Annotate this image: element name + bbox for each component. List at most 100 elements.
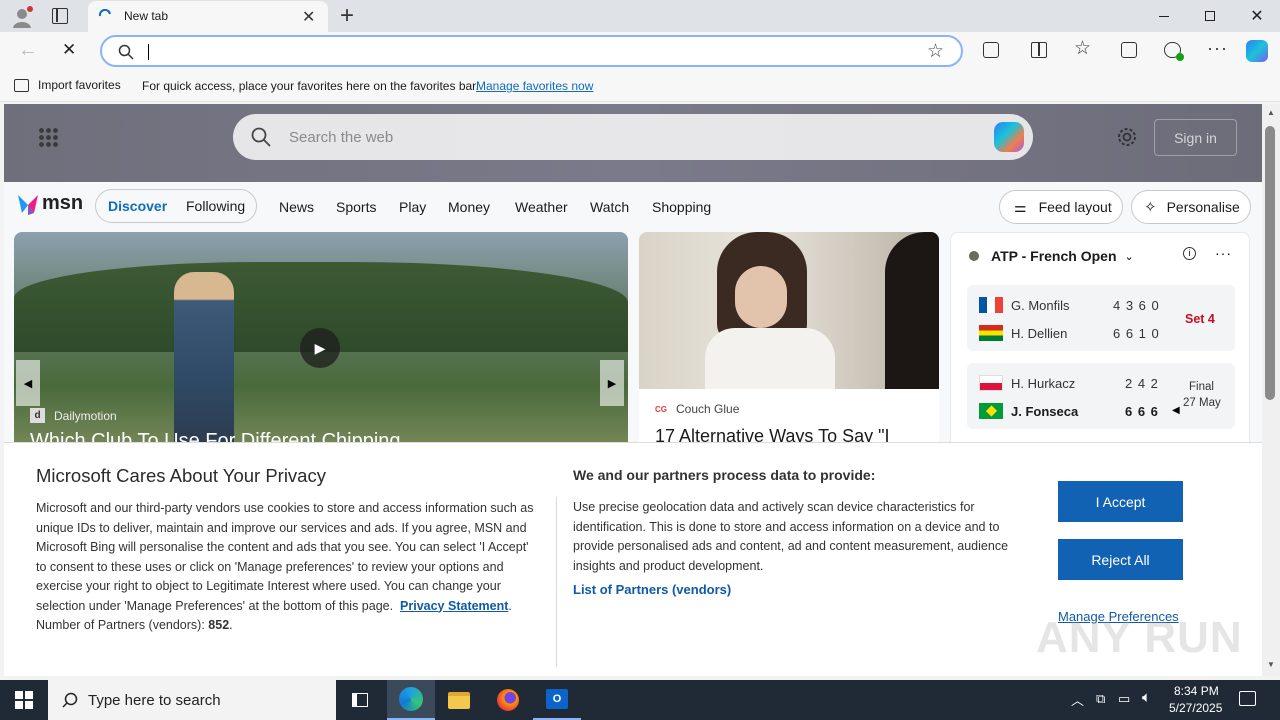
privacy-statement-link[interactable]: Privacy Statement xyxy=(400,599,508,613)
tab-discover[interactable]: Discover xyxy=(108,198,167,214)
article-card[interactable]: CG Couch Glue 17 Alternative Ways To Say… xyxy=(639,232,939,452)
sign-in-button[interactable]: Sign in xyxy=(1154,119,1237,156)
settings-gear-icon[interactable] xyxy=(1116,126,1138,148)
more-menu-icon[interactable]: ··· xyxy=(1207,38,1228,59)
accept-button[interactable]: I Accept xyxy=(1058,481,1183,522)
search-icon xyxy=(118,44,134,60)
restore-icon[interactable] xyxy=(1187,0,1233,32)
close-tab-icon[interactable]: ✕ xyxy=(302,7,315,27)
web-search-box[interactable]: Search the web xyxy=(233,114,1033,160)
copilot-icon[interactable] xyxy=(994,122,1024,152)
nav-shopping[interactable]: Shopping xyxy=(652,199,711,215)
sports-title: ATP - French Open xyxy=(991,248,1117,264)
page-scrollbar[interactable]: ▲ ▼ xyxy=(1262,104,1280,676)
windows-taskbar: Type here to search O ︿ ⧉ ▭ 🔈︎ 8:34 PM 5… xyxy=(0,680,1280,720)
personalise-button[interactable]: ✧ Personalise xyxy=(1131,190,1251,224)
file-explorer-icon[interactable] xyxy=(435,680,483,720)
play-button[interactable]: ▶ xyxy=(300,328,340,368)
outlook-icon[interactable]: O xyxy=(533,680,581,720)
match2-status-line2: 27 May xyxy=(1183,397,1221,409)
banner-divider xyxy=(556,497,557,667)
import-icon xyxy=(14,78,29,92)
clock-date[interactable]: 5/27/2025 xyxy=(1169,701,1222,715)
import-favorites-button[interactable]: Import favorites xyxy=(14,78,121,92)
personalise-label: Personalise xyxy=(1166,199,1240,215)
manage-favorites-link[interactable]: Manage favorites now xyxy=(476,79,593,93)
msn-logo-text: msn xyxy=(42,192,84,214)
clock-time[interactable]: 8:34 PM xyxy=(1174,684,1219,698)
notifications-icon[interactable] xyxy=(1239,691,1256,706)
title-bar: New tab ✕ + ✕ xyxy=(0,0,1280,32)
nav-play[interactable]: Play xyxy=(399,199,426,215)
import-favorites-label: Import favorites xyxy=(38,78,121,92)
task-view-icon[interactable] xyxy=(336,680,384,720)
minimize-icon[interactable] xyxy=(1141,0,1187,32)
browser-essentials-icon[interactable] xyxy=(1164,42,1184,61)
nav-money[interactable]: Money xyxy=(448,199,490,215)
scroll-up-icon[interactable]: ▲ xyxy=(1267,108,1275,117)
tab-following[interactable]: Following xyxy=(186,198,245,214)
match2-player1: H. Hurkacz xyxy=(1011,376,1076,391)
favorites-icon[interactable]: ☆ xyxy=(1074,37,1091,60)
volume-icon[interactable]: 🔈︎ xyxy=(1142,689,1151,706)
nav-watch[interactable]: Watch xyxy=(590,199,629,215)
match1-player2: H. Dellien xyxy=(1011,326,1068,341)
next-arrow-button[interactable]: ▶ xyxy=(600,360,624,406)
partners-list-link[interactable]: List of Partners (vendors) xyxy=(573,582,731,597)
nav-sports[interactable]: Sports xyxy=(336,199,376,215)
taskbar-search-box[interactable]: Type here to search xyxy=(48,680,336,720)
scroll-thumb[interactable] xyxy=(1265,126,1275,400)
prev-arrow-button[interactable]: ◀ xyxy=(16,360,40,406)
nav-news[interactable]: News xyxy=(279,199,314,215)
feed-layout-button[interactable]: ⚌ Feed layout xyxy=(999,190,1123,224)
firefox-icon[interactable] xyxy=(484,680,532,720)
web-search-placeholder: Search the web xyxy=(289,129,394,146)
back-icon[interactable]: ← xyxy=(18,39,38,62)
data-purposes-title: We and our partners process data to prov… xyxy=(573,467,876,483)
golfer-figure xyxy=(174,272,234,452)
address-bar[interactable]: ☆ xyxy=(100,35,963,67)
msn-logo[interactable]: msn xyxy=(16,192,83,215)
close-window-icon[interactable]: ✕ xyxy=(1234,0,1280,32)
more-options-icon[interactable]: ··· xyxy=(1215,245,1232,261)
extensions-icon[interactable] xyxy=(983,42,999,58)
apps-launcher-icon[interactable] xyxy=(38,127,58,147)
msn-butterfly-icon xyxy=(18,194,38,215)
article-source-row: CG Couch Glue xyxy=(655,402,739,416)
edge-taskbar-icon[interactable] xyxy=(387,680,435,720)
match1-player1: G. Monfils xyxy=(1011,298,1070,313)
nav-weather[interactable]: Weather xyxy=(515,199,568,215)
chevron-down-icon: ⌄ xyxy=(1124,250,1134,263)
match2-player2-scores: 6 6 6 xyxy=(1125,404,1159,419)
search-icon xyxy=(251,127,271,147)
tab-actions-icon[interactable] xyxy=(52,8,68,24)
scroll-down-icon[interactable]: ▼ xyxy=(1267,660,1275,669)
poland-flag-icon xyxy=(979,375,1003,391)
favorites-hint: For quick access, place your favorites h… xyxy=(142,79,479,93)
navigation-bar: ← ✕ ☆ ☆ ··· xyxy=(0,32,1280,70)
favorite-star-icon[interactable]: ☆ xyxy=(927,40,944,63)
sports-header[interactable]: ATP - French Open ⌄ xyxy=(969,248,1134,264)
collections-icon[interactable] xyxy=(1121,42,1137,58)
show-hidden-icons-icon[interactable]: ︿ xyxy=(1071,690,1084,709)
network-icon[interactable]: ▭ xyxy=(1118,691,1130,707)
match-row-1[interactable]: G. Monfils 4 3 6 0 H. Dellien 6 6 1 0 Se… xyxy=(967,285,1235,351)
start-button[interactable] xyxy=(0,680,48,720)
meet-now-icon[interactable]: ⧉ xyxy=(1096,691,1105,707)
bolivia-flag-icon xyxy=(979,325,1003,341)
text-cursor xyxy=(148,44,149,60)
match-row-2[interactable]: H. Hurkacz 2 4 2 J. Fonseca 6 6 6 ◀ Fina… xyxy=(967,363,1235,429)
profile-icon[interactable] xyxy=(10,5,34,29)
split-screen-icon[interactable] xyxy=(1031,42,1047,58)
tab-new-tab[interactable]: New tab ✕ xyxy=(88,1,328,32)
privacy-body: Microsoft and our third-party vendors us… xyxy=(36,501,534,632)
copilot-icon[interactable] xyxy=(1246,40,1268,62)
info-icon[interactable]: i xyxy=(1183,247,1196,260)
privacy-banner: Microsoft Cares About Your Privacy Micro… xyxy=(4,442,1262,676)
stop-loading-icon[interactable]: ✕ xyxy=(62,40,76,60)
reject-all-button[interactable]: Reject All xyxy=(1058,539,1183,580)
match2-player1-scores: 2 4 2 xyxy=(1125,376,1159,391)
partners-count: 852 xyxy=(208,618,230,632)
new-tab-icon[interactable]: + xyxy=(340,2,354,30)
video-card[interactable]: ▶ ◀ ▶ d Dailymotion Which Club To Use Fo… xyxy=(14,232,628,452)
